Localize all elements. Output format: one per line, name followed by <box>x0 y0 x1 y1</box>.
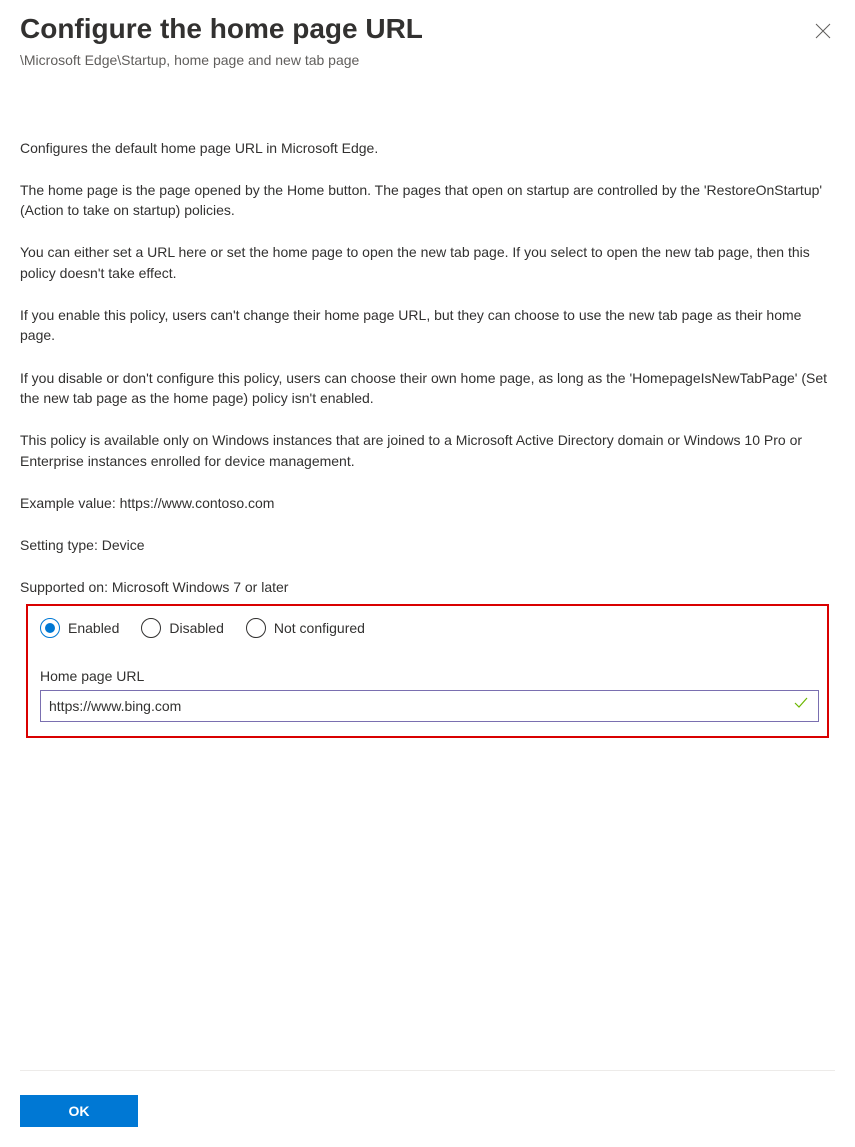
radio-disabled[interactable]: Disabled <box>141 618 223 638</box>
setting-type: Setting type: Device <box>20 535 835 555</box>
radio-not-configured[interactable]: Not configured <box>246 618 365 638</box>
close-icon <box>815 23 831 39</box>
desc-p2: The home page is the page opened by the … <box>20 180 835 221</box>
example-value: Example value: https://www.contoso.com <box>20 493 835 513</box>
breadcrumb: \Microsoft Edge\Startup, home page and n… <box>20 52 423 68</box>
radio-icon <box>246 618 266 638</box>
home-url-label: Home page URL <box>40 668 819 684</box>
radio-icon <box>40 618 60 638</box>
footer-divider <box>20 1070 835 1071</box>
home-url-input[interactable] <box>40 690 819 722</box>
checkmark-icon <box>793 695 809 716</box>
settings-box: Enabled Disabled Not configured Home pag… <box>26 604 829 738</box>
desc-p6: This policy is available only on Windows… <box>20 430 835 471</box>
header-row: Configure the home page URL \Microsoft E… <box>20 12 835 68</box>
radio-group: Enabled Disabled Not configured <box>40 618 819 638</box>
radio-icon <box>141 618 161 638</box>
desc-p3: You can either set a URL here or set the… <box>20 242 835 283</box>
ok-button[interactable]: OK <box>20 1095 138 1127</box>
footer: OK <box>0 1070 855 1127</box>
radio-enabled-label: Enabled <box>68 620 119 636</box>
radio-disabled-label: Disabled <box>169 620 223 636</box>
supported-on: Supported on: Microsoft Windows 7 or lat… <box>20 577 835 597</box>
radio-not-configured-label: Not configured <box>274 620 365 636</box>
radio-enabled[interactable]: Enabled <box>40 618 119 638</box>
desc-p5: If you disable or don't configure this p… <box>20 368 835 409</box>
page-title: Configure the home page URL <box>20 12 423 46</box>
desc-p1: Configures the default home page URL in … <box>20 138 835 158</box>
description-block: Configures the default home page URL in … <box>20 138 835 598</box>
desc-p4: If you enable this policy, users can't c… <box>20 305 835 346</box>
close-button[interactable] <box>811 18 835 49</box>
